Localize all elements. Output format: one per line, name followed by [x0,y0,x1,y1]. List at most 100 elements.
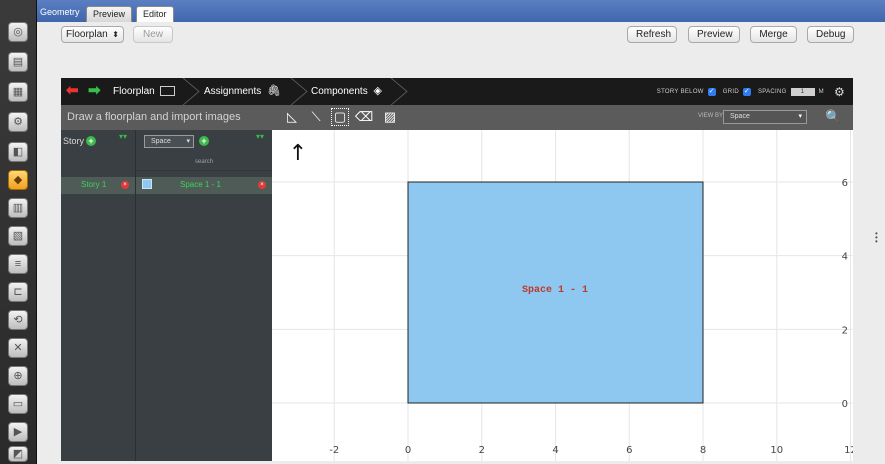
floorplan-grid[interactable]: -2 0 2 4 6 8 10 12 6 4 2 0 Space 1 - 1 ↑ [272,130,853,461]
component-cube-icon: ◈ [373,85,382,97]
nav-floorplan-label: Floorplan [113,86,155,97]
grid-label: GRID [722,88,739,95]
undo-arrow-icon[interactable]: ⬅ [66,83,79,98]
tab-strip: Geometry Preview Editor [37,0,885,22]
y-axis-ticks: 6 4 2 0 [842,178,848,410]
space-search-input[interactable]: search [136,154,272,171]
tab-preview[interactable]: Preview [86,6,133,22]
tab-editor[interactable]: Editor [136,6,174,22]
select-tool-icon[interactable]: ▢ [331,108,349,126]
play-icon[interactable]: ▶ [8,422,28,442]
rectangle-tool-icon[interactable]: ◺ [283,108,301,126]
x-tick-label: 0 [405,445,411,456]
loop-icon[interactable]: ⟲ [8,310,28,330]
view-by-value: Space [730,113,750,120]
globe-gear-icon[interactable]: ⊕ [8,366,28,386]
x-tick-label: 6 [626,445,632,456]
space-panel: Space ▾ + ▾▾ search Space 1 - 1 × [136,130,272,461]
space-color-swatch[interactable] [142,179,152,189]
resize-dots-icon: ▾▾ [119,132,128,141]
story-panel-header: Story + ▾▾ [61,130,135,154]
cube-icon[interactable]: ◧ [8,142,28,162]
view-by-select[interactable]: Space ▾ [723,110,807,124]
x-tick-label: -2 [329,445,339,456]
space-item-label: Space 1 - 1 [180,180,221,189]
x-tick-label: 4 [552,445,558,456]
spacing-label: SPACING [757,88,787,95]
floorplan-canvas[interactable]: -2 0 2 4 6 8 10 12 6 4 2 0 Space 1 - 1 ↑ [272,130,853,461]
y-tick-label: 4 [842,252,848,263]
mode-select[interactable]: Floorplan ⬍ [61,26,124,43]
y-tick-label: 0 [842,399,848,410]
nav-assignments[interactable]: Assignments 🖇 [204,78,281,105]
nav-assignments-label: Assignments [204,86,262,97]
geometry-icon[interactable]: ◆ [8,170,28,190]
folder-icon[interactable]: ▤ [8,52,28,72]
story-below-checkbox[interactable]: ✓ [707,87,716,96]
tower-icon[interactable]: ▥ [8,198,28,218]
settings-gear-icon[interactable]: ⚙ [834,85,845,99]
debug-button[interactable]: Debug [807,26,854,43]
story-item-label: Story 1 [81,180,107,189]
right-gutter [853,78,885,464]
dropdown-icon: ▾ [186,138,190,145]
drag-handle-icon[interactable]: • • • [875,230,878,246]
main-area: Geometry Preview Editor Floorplan ⬍ New … [37,0,885,464]
spacing-unit: M [818,88,824,95]
add-story-icon[interactable]: + [86,136,96,146]
x-axis-ticks: -2 0 2 4 6 8 10 12 [329,445,853,456]
nav-options: STORY BELOW ✓ GRID ✓ SPACING 1 M ⚙ [657,78,853,105]
resize-dots-icon: ▾▾ [256,132,265,141]
nav-floorplan[interactable]: Floorplan [113,78,176,105]
floorplan-icon [160,86,176,97]
space-type-select[interactable]: Space ▾ [144,135,194,148]
spacing-input[interactable]: 1 [790,87,815,96]
toolbar-instruction: Draw a floorplan and import images [67,111,241,123]
tab-geometry-label: Geometry [40,7,80,17]
y-tick-label: 2 [842,325,848,336]
gear-icon[interactable]: ⚙ [8,112,28,132]
ductwork-icon[interactable]: ⊏ [8,282,28,302]
space-select-value: Space [151,138,171,145]
updown-icon: ⬍ [112,30,119,39]
x-tick-label: 8 [700,445,706,456]
remove-story-icon[interactable]: × [121,181,129,189]
layers-icon[interactable]: ≡ [8,254,28,274]
nav-components-label: Components [311,86,368,97]
x-tick-label: 2 [479,445,485,456]
space-panel-header: Space ▾ + ▾▾ [136,130,272,154]
mode-select-value: Floorplan [66,29,108,40]
zoom-icon[interactable]: 🔍 [825,109,841,125]
add-space-icon[interactable]: + [199,136,209,146]
app-sidebar: ◎ ▤ ▦ ⚙ ◧ ◆ ▥ ▧ ≡ ⊏ ⟲ ✕ ⊕ ▭ ▶ ◩ [0,0,37,464]
merge-button[interactable]: Merge [750,26,797,43]
new-button[interactable]: New [133,26,173,43]
eraser-tool-icon[interactable]: ⌫ [355,108,373,126]
drawing-toolbar: Draw a floorplan and import images ◺ ⟍ ▢… [61,105,853,130]
book-icon[interactable]: ▧ [8,226,28,246]
story-below-label: STORY BELOW [656,88,704,95]
x-tick-label: 10 [770,445,783,456]
image-tool-icon[interactable]: ▨ [381,108,399,126]
report-icon[interactable]: ▭ [8,394,28,414]
chart-icon[interactable]: ◩ [8,446,28,462]
view-by-label: VIEW BY [698,113,724,119]
polygon-tool-icon[interactable]: ⟍ [307,108,325,126]
x-tick-label: 12 [844,445,853,456]
paperclip-icon: 🖇 [267,85,281,97]
remove-space-icon[interactable]: × [258,181,266,189]
grid-checkbox[interactable]: ✓ [742,87,751,96]
preview-button[interactable]: Preview [688,26,740,43]
y-tick-label: 6 [842,178,848,189]
globe-icon[interactable]: ◎ [8,22,28,42]
tools-icon[interactable]: ✕ [8,338,28,358]
north-arrow-icon: ↑ [289,141,307,166]
story-header-label: Story [63,136,85,146]
redo-arrow-icon[interactable]: ➡ [88,83,101,98]
breadcrumb-chevron [389,77,411,106]
dropdown-icon: ▾ [798,113,802,120]
refresh-button[interactable]: Refresh [627,26,677,43]
nav-components[interactable]: Components ◈ [311,78,382,105]
editor-nav-bar: ⬅ ➡ Floorplan Assignments 🖇 Components ◈… [61,77,853,106]
building-icon[interactable]: ▦ [8,82,28,102]
